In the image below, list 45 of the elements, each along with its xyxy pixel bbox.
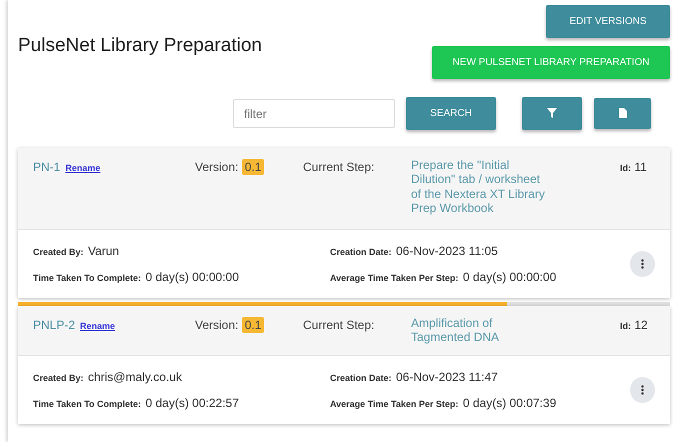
detail-value: 0 day(s) 00:00:00 <box>462 270 556 284</box>
kebab-icon <box>641 385 644 395</box>
detail-value: 0 day(s) 00:00:00 <box>145 270 239 284</box>
current-step-label: Current Step: <box>303 318 374 332</box>
detail-value: chris@maly.co.uk <box>88 370 182 384</box>
filter-button[interactable] <box>522 97 582 130</box>
rename-link[interactable]: Rename <box>65 163 100 173</box>
detail-label: Average Time Taken Per Step: <box>330 399 458 409</box>
id-label: Id: <box>620 163 631 173</box>
document-icon <box>618 108 626 118</box>
more-button[interactable] <box>630 251 655 277</box>
page-title: PulseNet Library Preparation <box>18 35 262 58</box>
id-label: Id: <box>620 321 631 331</box>
detail-label: Created By: <box>33 247 84 257</box>
detail-value: 06-Nov-2023 11:47 <box>396 370 498 384</box>
version-badge: 0.1 <box>242 159 264 175</box>
version-label: Version: <box>195 160 238 174</box>
current-step-text: Prepare the "Initial Dilution" tab / worksheet of the Nextera XT Library Prep Workbook <box>411 158 546 216</box>
search-button[interactable]: SEARCH <box>406 97 496 130</box>
id-value: 11 <box>634 160 647 174</box>
kebab-icon <box>641 259 644 269</box>
detail-value: Varun <box>88 244 120 258</box>
filter-field[interactable]: filter <box>233 99 395 128</box>
detail-label: Average Time Taken Per Step: <box>330 273 458 283</box>
current-step-label: Current Step: <box>303 160 374 174</box>
detail-value: 0 day(s) 00:22:57 <box>145 396 239 410</box>
new-preparation-button[interactable]: NEW PULSENET LIBRARY PREPARATION <box>432 46 670 79</box>
detail-label: Time Taken To Complete: <box>33 399 142 409</box>
current-step-text: Amplification of Tagmented DNA <box>411 316 500 345</box>
more-button[interactable] <box>630 377 655 403</box>
detail-label: Created By: <box>33 373 84 383</box>
edit-versions-button[interactable]: EDIT VERSIONS <box>546 5 670 38</box>
version-label: Version: <box>195 318 238 332</box>
funnel-icon <box>547 108 557 118</box>
document-button[interactable] <box>594 98 651 129</box>
detail-label: Creation Date: <box>330 247 392 257</box>
record-name: PNLP-2 <box>33 318 76 332</box>
detail-value: 06-Nov-2023 11:05 <box>396 244 498 258</box>
detail-label: Creation Date: <box>330 373 392 383</box>
rename-link[interactable]: Rename <box>80 321 116 331</box>
id-value: 12 <box>634 318 648 332</box>
detail-label: Time Taken To Complete: <box>33 273 142 283</box>
record-name: PN-1 <box>33 160 60 174</box>
detail-value: 0 day(s) 00:07:39 <box>462 396 556 410</box>
version-badge: 0.1 <box>242 317 264 333</box>
